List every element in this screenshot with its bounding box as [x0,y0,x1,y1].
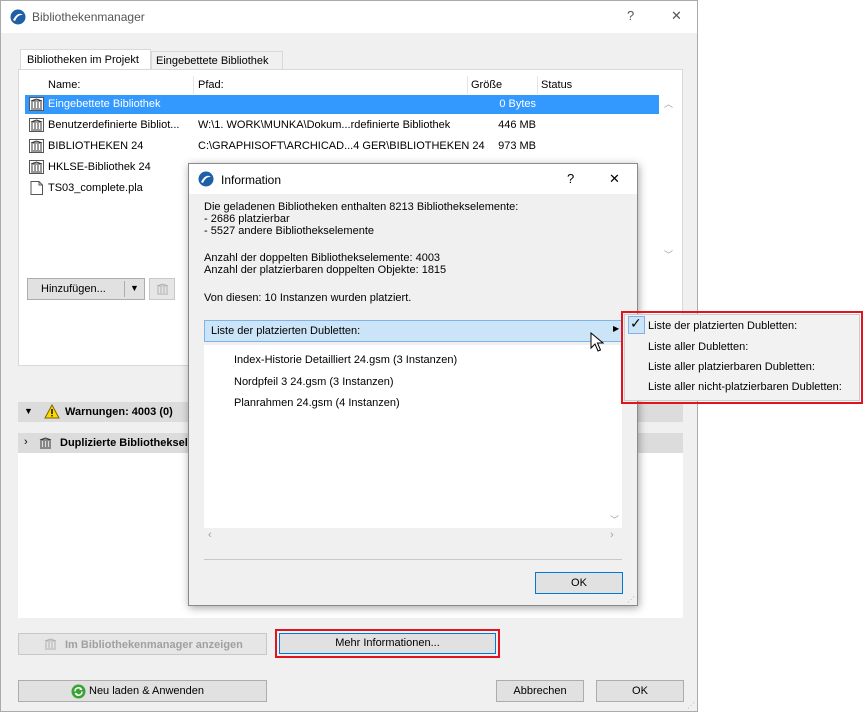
duplicate-line: Anzahl der platzierbaren doppelten Objek… [204,264,447,276]
show-in-library-manager-button[interactable]: Im Bibliothekenmanager anzeigen [18,633,267,655]
reload-icon [71,684,86,699]
menu-item-placed-duplicates[interactable]: ✓ Liste der platzierten Dubletten: [626,315,858,337]
cancel-button[interactable]: Abbrechen [496,680,584,702]
summary-text: Die geladenen Bibliotheken enthalten 821… [204,201,518,237]
summary-line: Die geladenen Bibliotheken enthalten 821… [204,201,519,213]
table-row[interactable]: BIBLIOTHEKEN 24 C:\GRAPHISOFT\ARCHICAD..… [25,137,659,156]
dropdown-arrow-icon[interactable]: ▼ [130,278,139,298]
add-button-label: Hinzufügen... [41,283,106,295]
list-header: Name: Pfad: Größe Status [25,76,659,94]
library-icon [29,160,44,174]
library-icon [29,139,44,153]
library-icon [29,118,44,132]
separator [204,559,622,560]
summary-line: - 5527 andere Bibliothekselemente [204,225,375,237]
resize-grip-icon[interactable]: ⋰ [687,701,695,710]
scroll-down-arrow-icon[interactable]: ﹀ [664,248,673,261]
file-icon [30,181,43,195]
column-path-header[interactable]: Pfad: [198,79,224,91]
table-row[interactable]: Eingebettete Bibliothek 0 Bytes [25,95,659,114]
checkmark-icon: ✓ [630,315,642,331]
close-button[interactable]: ✕ [671,8,682,24]
reload-apply-button[interactable]: Neu laden & Anwenden [18,680,267,702]
ok-button[interactable]: OK [596,680,684,702]
menu-item-placeable-duplicates[interactable]: Liste aller platzierbaren Dubletten: [626,357,858,377]
list-item[interactable]: Planrahmen 24.gsm (4 Instanzen) [234,397,400,409]
menu-item-non-placeable-duplicates[interactable]: Liste aller nicht-platzierbaren Dublette… [626,377,858,397]
warning-icon [44,404,60,419]
warnings-label: Warnungen: 4003 (0) [65,406,173,418]
duplicates-list[interactable]: Index-Historie Detailliert 24.gsm (3 Ins… [204,345,622,528]
library-icon [29,97,44,111]
row-name: HKLSE-Bibliothek 24 [48,161,151,173]
dropdown-value: Liste der platzierten Dubletten: [211,325,361,337]
tab-label: Bibliotheken im Projekt [27,54,139,66]
duplicates-filter-menu: ✓ Liste der platzierten Dubletten: Liste… [624,314,860,401]
row-path: C:\GRAPHISOFT\ARCHICAD...4 GER\BIBLIOTHE… [198,140,485,152]
row-name: Eingebettete Bibliothek [48,98,161,110]
expand-arrow-icon[interactable]: › [24,436,28,448]
dialog-close-button[interactable]: ✕ [609,171,620,187]
menu-item-label: Liste aller platzierbaren Dubletten: [648,361,815,373]
help-button[interactable]: ? [627,8,634,23]
column-status-header[interactable]: Status [541,79,572,91]
archicad-logo-icon [198,171,214,187]
dialog-help-button[interactable]: ? [567,171,574,186]
menu-item-all-duplicates[interactable]: Liste aller Dubletten: [626,337,858,357]
column-size-header[interactable]: Größe [471,79,502,91]
resize-grip-icon[interactable]: ⋰ [627,595,635,604]
menu-item-label: Liste der platzierten Dubletten: [648,320,798,332]
tab-libraries-in-project[interactable]: Bibliotheken im Projekt [20,49,151,70]
row-name: TS03_complete.pla [48,182,143,194]
button-label: Neu laden & Anwenden [89,685,204,697]
row-name: Benutzerdefinierte Bibliot... [48,119,180,131]
duplicate-line: Anzahl der doppelten Bibliothekselemente… [204,252,441,264]
collapse-arrow-icon[interactable]: ▼ [24,406,33,416]
button-label: Im Bibliothekenmanager anzeigen [65,639,243,651]
submenu-arrow-icon: ▶ [613,324,620,333]
duplicate-count-text: Anzahl der doppelten Bibliothekselemente… [204,252,446,276]
duplicates-label: Duplizierte Bibliothekselemente [60,437,190,449]
dialog-ok-button[interactable]: OK [535,572,623,594]
dialog-title: Information [221,173,282,187]
information-dialog: Information ? ✕ Die geladenen Bibliothek… [188,163,638,606]
list-item[interactable]: Nordpfeil 3 24.gsm (3 Instanzen) [234,376,394,388]
row-size: 0 Bytes [499,98,536,110]
menu-item-label: Liste aller Dubletten: [648,341,749,353]
remove-library-button[interactable] [149,278,175,300]
window-title: Bibliothekenmanager [32,10,145,24]
mouse-cursor-icon [590,332,604,352]
scroll-up-arrow-icon[interactable]: ︿ [664,97,673,110]
row-path: W:\1. WORK\MUNKA\Dokum...rdefinierte Bib… [198,119,451,131]
placed-instances-text: Von diesen: 10 Instanzen wurden platzier… [204,292,412,304]
table-row[interactable]: Benutzerdefinierte Bibliot... W:\1. WORK… [25,116,659,135]
add-library-button[interactable]: Hinzufügen... ▼ [27,278,145,300]
tab-label: Eingebettete Bibliothek [156,55,269,67]
scroll-right-arrow-icon[interactable]: › [610,529,614,541]
dialog-title-bar[interactable]: Information ? ✕ [189,164,637,194]
column-name-header[interactable]: Name: [48,79,80,91]
archicad-logo-icon [10,9,26,25]
library-icon [39,437,52,449]
row-size: 446 MB [498,119,536,131]
horizontal-scrollbar[interactable]: ‹ › [204,528,622,545]
library-icon [156,283,169,295]
list-item[interactable]: Index-Historie Detailliert 24.gsm (3 Ins… [234,354,457,366]
library-icon [44,638,57,650]
tab-embedded-library[interactable]: Eingebettete Bibliothek [151,51,283,70]
scroll-left-arrow-icon[interactable]: ‹ [208,529,212,541]
row-name: BIBLIOTHEKEN 24 [48,140,144,152]
summary-line: - 2686 platzierbar [204,213,290,225]
row-size: 973 MB [498,140,536,152]
duplicates-list-dropdown[interactable]: Liste der platzierten Dubletten: ▶ [204,320,622,342]
menu-item-label: Liste aller nicht-platzierbaren Dublette… [648,381,842,393]
scroll-down-arrow-icon[interactable]: ﹀ [610,513,619,526]
title-bar[interactable]: Bibliothekenmanager ? ✕ [1,1,697,33]
more-info-button[interactable]: Mehr Informationen... [279,633,496,654]
